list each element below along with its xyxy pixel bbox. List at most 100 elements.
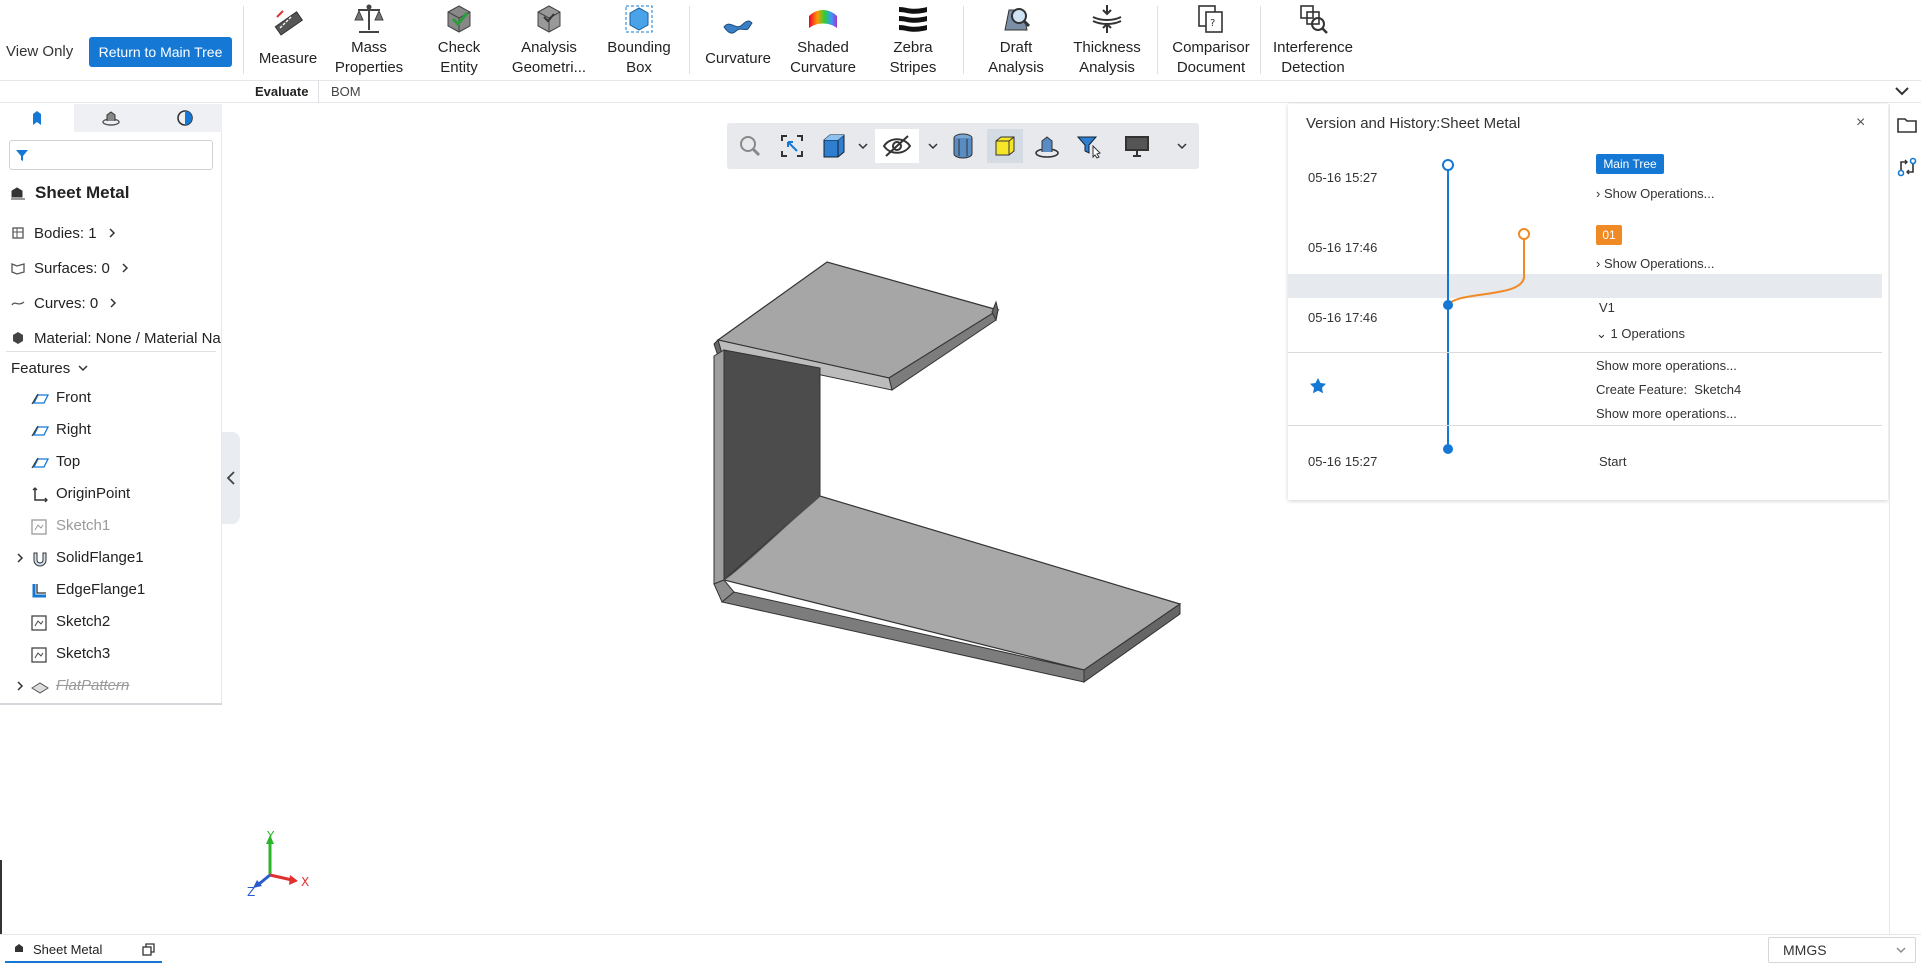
document-tab-label: Sheet Metal [33, 941, 103, 957]
thickness-analysis-button[interactable]: Thickness Analysis [1069, 2, 1145, 78]
tree-item-sketch3[interactable]: Sketch3 [0, 642, 222, 666]
tab-bom[interactable]: BOM [331, 84, 361, 99]
units-select[interactable]: MMGS [1768, 937, 1916, 963]
tree-item-right[interactable]: Right [0, 418, 222, 442]
folder-icon[interactable] [1896, 114, 1918, 136]
tree-item-front[interactable]: Front [0, 386, 222, 410]
sketch-icon [31, 519, 47, 535]
operations-toggle[interactable]: ⌄ 1 Operations [1596, 326, 1685, 342]
shaded-display-button[interactable] [987, 129, 1023, 163]
plane-icon [31, 457, 50, 469]
chevron-down-icon[interactable] [1894, 83, 1910, 99]
tab-configurations[interactable] [74, 104, 148, 132]
start-time: 05-16 15:27 [1308, 454, 1378, 469]
display-settings-button[interactable] [1119, 129, 1155, 163]
units-value: MMGS [1783, 942, 1827, 958]
hide-eye-icon [882, 135, 912, 157]
tree-item-top[interactable]: Top [0, 450, 222, 474]
interference-detection-label: Interference Detection [1272, 39, 1354, 76]
collapse-panel-button[interactable] [222, 432, 240, 524]
tab-evaluate[interactable]: Evaluate [255, 84, 308, 99]
zebra-stripes-label: Zebra Stripes [889, 39, 937, 76]
scene-icon [1035, 136, 1059, 158]
show-operations-toggle[interactable]: › Show Operations... [1596, 256, 1715, 271]
chevron-right-icon[interactable] [15, 552, 25, 564]
branch-01-badge[interactable]: 01 [1596, 225, 1622, 245]
tree-item-edgeflange1[interactable]: EdgeFlange1 [0, 578, 222, 602]
tab-divider [318, 81, 319, 103]
axis-x-label: X [301, 875, 309, 889]
tree-item-sketch1[interactable]: Sketch1 [0, 514, 222, 538]
surfaces-row[interactable]: Surfaces: 0 [11, 257, 130, 279]
zoom-icon [740, 136, 761, 157]
tree-item-flatpattern[interactable]: FlatPattern [0, 674, 222, 698]
solid-flange-icon [33, 552, 47, 567]
document-tab[interactable]: Sheet Metal [5, 937, 162, 963]
curvature-button[interactable]: Curvature [699, 2, 777, 78]
mass-properties-button[interactable]: Mass Properties [328, 2, 410, 78]
chevron-down-icon[interactable] [927, 141, 939, 151]
measure-button[interactable]: Measure [256, 2, 320, 78]
restore-window-icon[interactable] [142, 943, 156, 957]
tree-item-label: EdgeFlange1 [56, 581, 146, 598]
measure-label: Measure [258, 50, 318, 67]
view-orientation-button[interactable] [816, 129, 852, 163]
draft-analysis-button[interactable]: Draft Analysis [979, 2, 1053, 78]
section-view-button[interactable] [945, 129, 981, 163]
tree-item-label: Top [56, 453, 81, 470]
sheet-metal-model[interactable] [700, 250, 1210, 720]
apply-scene-button[interactable] [1029, 129, 1065, 163]
show-operations-toggle[interactable]: › Show Operations... [1596, 186, 1715, 201]
hide-show-button[interactable] [875, 129, 919, 163]
display-state-icon [177, 110, 193, 126]
bounding-box-button[interactable]: Bounding Box [602, 2, 676, 78]
tree-item-sketch2[interactable]: Sketch2 [0, 610, 222, 634]
ribbon-separator [689, 6, 690, 74]
curves-row[interactable]: Curves: 0 [11, 292, 118, 314]
comparison-document-button[interactable]: ? Comparisor Document [1168, 2, 1254, 78]
tree-filter-box[interactable] [9, 140, 213, 170]
zoom-area-icon [781, 135, 803, 157]
show-more-operations-link[interactable]: Show more operations... [1596, 406, 1737, 421]
chevron-right-icon [122, 263, 128, 273]
tree-item-label: Right [56, 421, 92, 438]
chevron-down-icon [1896, 947, 1906, 953]
bounding-box-label: Bounding Box [607, 39, 671, 76]
curve-icon [11, 301, 25, 306]
tab-display[interactable] [148, 104, 222, 132]
selection-filter-button[interactable] [1071, 129, 1107, 163]
return-to-main-tree-button[interactable]: Return to Main Tree [89, 37, 232, 67]
material-row[interactable]: Material: None / Material Na [11, 327, 221, 349]
shaded-curvature-icon [809, 10, 837, 28]
shaded-curvature-button[interactable]: Shaded Curvature [786, 2, 860, 78]
zebra-stripes-button[interactable]: Zebra Stripes [876, 2, 950, 78]
interference-detection-button[interactable]: Interference Detection [1270, 2, 1356, 78]
sketch-icon [31, 647, 47, 663]
axis-triad: Y X Z [247, 830, 309, 899]
bodies-row[interactable]: Bodies: 1 [11, 222, 117, 244]
document-title-row[interactable]: Sheet Metal [9, 182, 129, 204]
shaded-curvature-label: Shaded Curvature [790, 39, 856, 76]
check-entity-icon [447, 5, 471, 33]
start-label: Start [1599, 454, 1627, 469]
chevron-down-icon[interactable] [857, 141, 869, 151]
show-more-operations-link[interactable]: Show more operations... [1596, 358, 1737, 373]
panel-tabs [0, 104, 222, 132]
body-icon [12, 227, 24, 239]
main-tree-badge[interactable]: Main Tree [1596, 154, 1664, 174]
features-header[interactable]: Features [11, 357, 89, 379]
chevron-down-icon[interactable] [1176, 141, 1188, 151]
check-entity-button[interactable]: Check Entity [425, 2, 493, 78]
version-branch-icon[interactable] [1896, 156, 1918, 178]
analysis-geometry-button[interactable]: Analysis Geometri... [510, 2, 588, 78]
right-side-bar [1889, 104, 1921, 934]
zoom-to-area-button[interactable] [774, 129, 810, 163]
tab-feature-tree[interactable] [0, 104, 74, 132]
chevron-right-icon[interactable] [15, 680, 25, 692]
zoom-to-fit-button[interactable] [732, 129, 768, 163]
tree-item-solidflange1[interactable]: SolidFlange1 [0, 546, 222, 570]
origin-point-icon [32, 487, 48, 503]
tree-filter-input[interactable] [34, 145, 210, 165]
tree-item-originpoint[interactable]: OriginPoint [0, 482, 222, 506]
create-feature-row[interactable]: Create Feature: Sketch4 [1596, 382, 1741, 397]
